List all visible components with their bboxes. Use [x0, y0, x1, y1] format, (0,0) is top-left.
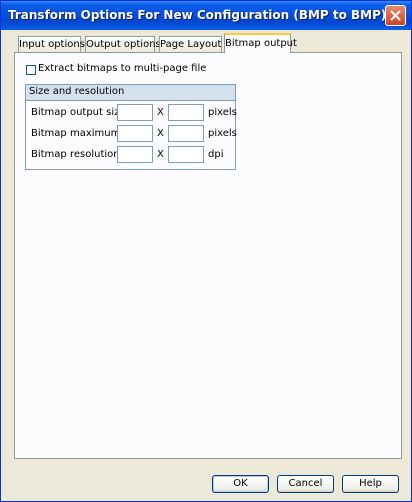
extract-bitmaps-label[interactable]: Extract bitmaps to multi-page file	[38, 63, 206, 74]
tab-bitmap-output[interactable]: Bitmap output	[224, 33, 297, 53]
resolution-unit: dpi	[208, 149, 224, 160]
output-size-width-input[interactable]	[117, 104, 153, 121]
group-header: Size and resolution	[26, 85, 235, 101]
maximum-size-width-input[interactable]	[117, 125, 153, 142]
ok-button[interactable]: OK	[212, 475, 269, 493]
bitmap-output-panel: Extract bitmaps to multi-page file Size …	[14, 52, 402, 459]
tab-input-options[interactable]: Input options	[18, 36, 85, 52]
cancel-button[interactable]: Cancel	[277, 475, 334, 493]
output-size-separator: X	[157, 107, 164, 118]
maximum-size-height-input[interactable]	[168, 125, 204, 142]
close-icon	[390, 10, 401, 21]
maximum-size-separator: X	[157, 128, 164, 139]
resolution-x-input[interactable]	[117, 146, 153, 163]
output-size-label: Bitmap output size:	[31, 107, 129, 118]
resolution-label: Bitmap resolution:	[31, 149, 123, 160]
help-button[interactable]: Help	[342, 475, 399, 493]
tab-output-options[interactable]: Output options	[85, 36, 161, 52]
dialog-window: Transform Options For New Configuration …	[0, 0, 412, 502]
output-size-height-input[interactable]	[168, 104, 204, 121]
resolution-y-input[interactable]	[168, 146, 204, 163]
close-button[interactable]	[385, 5, 406, 26]
maximum-size-unit: pixels	[208, 128, 237, 139]
extract-bitmaps-checkbox[interactable]	[26, 65, 36, 75]
title-bar[interactable]: Transform Options For New Configuration …	[1, 1, 411, 30]
group-title: Size and resolution	[29, 86, 125, 97]
resolution-separator: X	[157, 149, 164, 160]
output-size-unit: pixels	[208, 107, 237, 118]
tab-page-layout[interactable]: Page Layout	[159, 36, 222, 52]
size-resolution-group: Size and resolution Bitmap output size: …	[25, 84, 237, 170]
window-title: Transform Options For New Configuration …	[8, 8, 387, 22]
